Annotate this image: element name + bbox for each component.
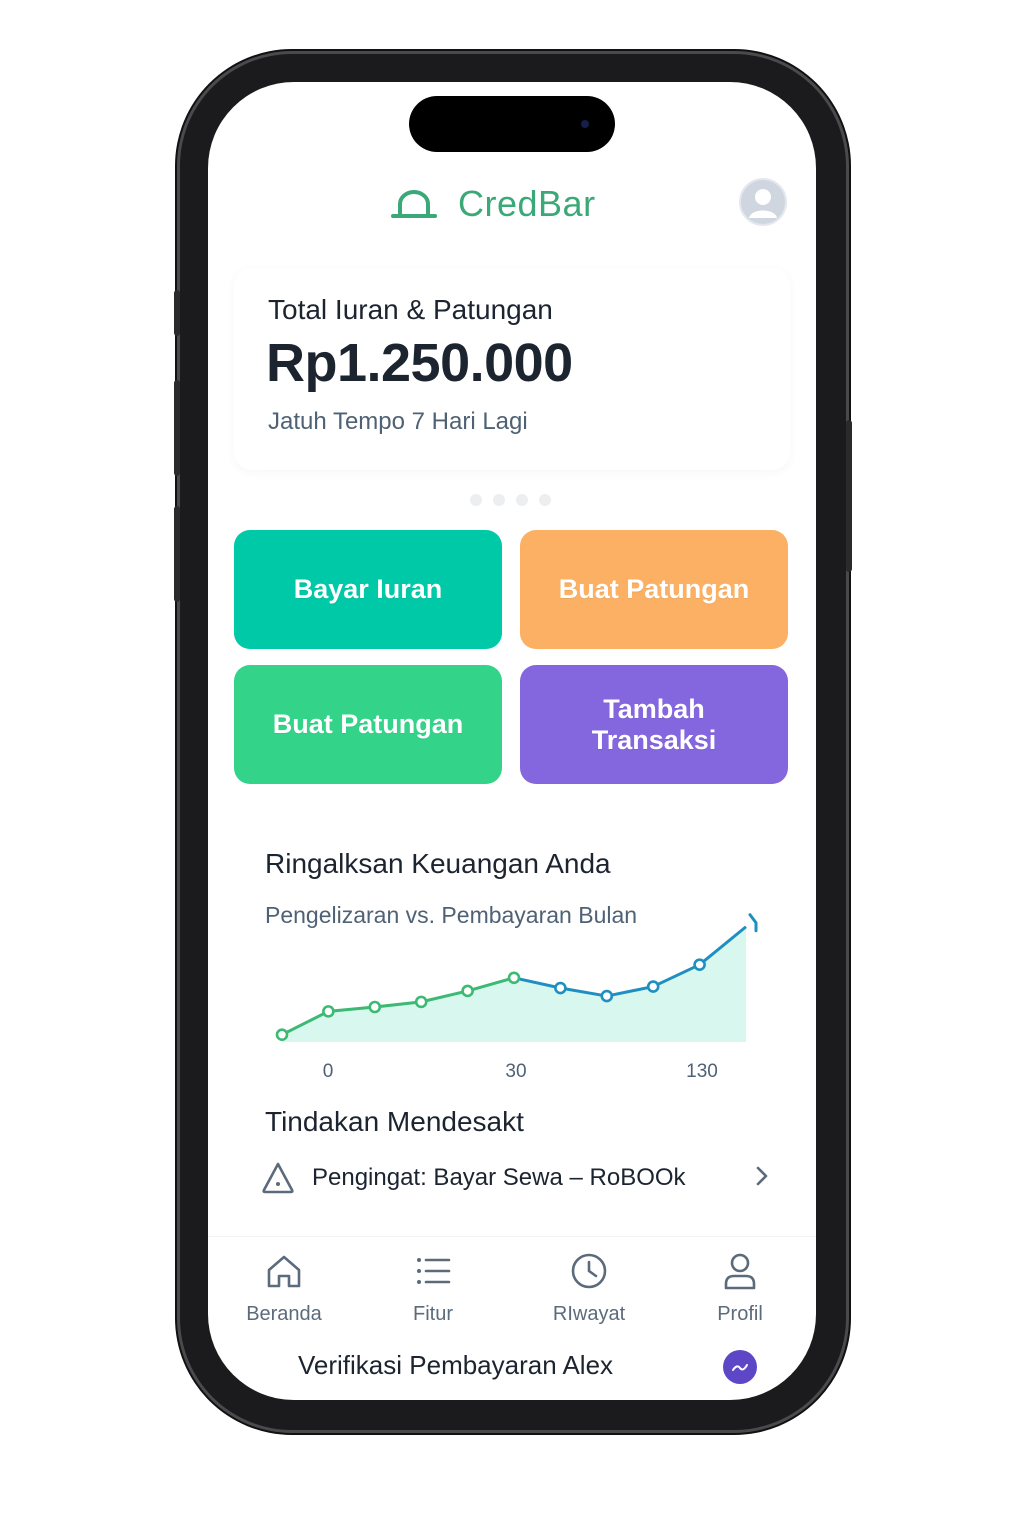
nav-label: Fitur [413,1303,453,1325]
create-patungan-button[interactable]: Buat Patungan [520,530,788,649]
chevron-right-icon [756,1166,768,1186]
carousel-indicator[interactable] [470,494,551,506]
finance-title: Ringalksan Keuangan Anda [265,848,611,879]
home-icon [267,1255,301,1288]
mute-switch [174,290,180,336]
nav-label: Beranda [246,1303,322,1325]
app-logo: CredBar [390,182,650,226]
warning-icon [262,1162,294,1194]
user-avatar-icon [749,189,777,218]
carousel-dot[interactable] [539,494,551,506]
person-icon [724,1253,756,1290]
nav-label: Profil [717,1303,763,1325]
carousel-dot[interactable] [493,494,505,506]
pay-dues-button[interactable]: Bayar Iuran [234,530,502,649]
summary-amount: Rp1.250.000 [266,333,573,393]
user-avatar[interactable] [739,178,787,226]
power-button [846,420,852,572]
clock-icon [571,1253,607,1289]
finance-subtitle: Pengelizaran vs. Pembayaran Bulan [265,902,638,928]
front-camera [581,120,589,128]
rent-reminder-item[interactable]: Pengingat: Bayar Sewa – RoBOOk [260,1152,772,1204]
brand-name: CredBar [458,183,596,224]
action-label: Bayar Iuran [293,574,443,604]
action-label: Tambah Transaksi [591,693,717,755]
action-label: Buat Patungan [558,574,750,604]
phone-screen: CredBar Total Iuran & Patungan Rp1.250.0… [208,82,816,1400]
nav-item-beranda[interactable]: Beranda [224,1237,344,1337]
volume-up-button [174,380,180,476]
verification-badge[interactable] [723,1350,757,1384]
reminder-text: Pengingat: Bayar Sewa – RoBOOk [312,1164,686,1191]
credbar-logo-icon [391,190,437,218]
nav-item-fitur[interactable]: Fitur [373,1237,493,1337]
carousel-dot[interactable] [516,494,528,506]
nav-item-profil[interactable]: Profil [680,1237,800,1337]
nav-item-riwayat[interactable]: RIwayat [529,1237,649,1337]
add-transaction-button[interactable]: Tambah Transaksi [520,665,788,784]
payment-verification-text: Verifikasi Pembayaran Alex [298,1350,614,1380]
summary-title: Total Iuran & Patungan [268,294,553,325]
carousel-dot[interactable] [470,494,482,506]
nav-label: RIwayat [552,1303,626,1325]
create-patungan-button-secondary[interactable]: Buat Patungan [234,665,502,784]
urgent-section-title: Tindakan Mendesakt [265,1106,524,1137]
action-label: Buat Patungan [272,709,464,739]
bottom-navigation: Beranda Fitur RIwayat Profil [208,1236,816,1336]
dynamic-island [409,96,615,152]
list-icon [417,1258,451,1284]
summary-due-text: Jatuh Tempo 7 Hari Lagi [268,408,528,435]
dues-summary-card[interactable]: Total Iuran & Patungan Rp1.250.000 Jatuh… [234,268,790,470]
volume-down-button [174,506,180,602]
trend-icon [732,1364,748,1371]
